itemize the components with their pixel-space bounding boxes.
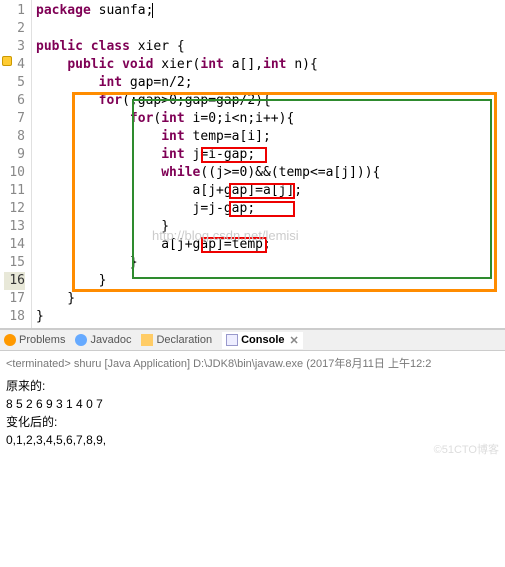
console-output: 变化后的: [6,413,499,431]
code-line[interactable]: } [36,254,501,272]
console-output: 8 5 2 6 9 3 1 4 0 7 [6,395,499,413]
line-num: 2 [4,20,25,38]
problems-icon [4,334,16,346]
code-line[interactable]: for(int i=0;i<n;i++){ [36,110,501,128]
code-line[interactable]: } [36,308,501,326]
line-num: 12 [4,200,25,218]
line-num: 14 [4,236,25,254]
console-output: 原来的: [6,377,499,395]
line-num: 18 [4,308,25,326]
line-num: 7 [4,110,25,128]
code-line[interactable]: int j=i-gap; [36,146,501,164]
code-line[interactable]: int gap=n/2; [36,74,501,92]
console-header: <terminated> shuru [Java Application] D:… [6,355,499,373]
tab-javadoc[interactable]: Javadoc [75,334,131,346]
blog-watermark: ©51CTO博客 [434,441,499,457]
console-output: 0,1,2,3,4,5,6,7,8,9, [6,431,499,449]
code-area[interactable]: package suanfa; public class xier { publ… [32,0,505,328]
line-num: 8 [4,128,25,146]
line-num: 17 [4,290,25,308]
close-icon[interactable]: ✕ [290,334,299,347]
line-num: 15 [4,254,25,272]
line-num: 16 [4,272,25,290]
code-line[interactable]: } [36,290,501,308]
code-line[interactable]: for(;gap>0;gap=gap/2){ [36,92,501,110]
code-line[interactable]: } [36,218,501,236]
line-num: 11 [4,182,25,200]
declaration-icon [141,334,153,346]
code-line[interactable]: a[j+gap]=temp; [36,236,501,254]
code-editor[interactable]: 1 2 3 4 5 6 7 8 9 10 11 12 13 14 15 16 1… [0,0,505,329]
line-num: 6 [4,92,25,110]
code-line[interactable]: a[j+gap]=a[j]; [36,182,501,200]
console-icon [226,334,238,346]
line-gutter: 1 2 3 4 5 6 7 8 9 10 11 12 13 14 15 16 1… [0,0,32,328]
line-num: 9 [4,146,25,164]
tab-declaration[interactable]: Declaration [141,334,212,346]
code-line[interactable]: int temp=a[i]; [36,128,501,146]
line-num: 13 [4,218,25,236]
code-line[interactable]: package suanfa; [36,2,501,20]
tab-console[interactable]: Console✕ [222,332,303,349]
javadoc-icon [75,334,87,346]
code-line[interactable]: public class xier { [36,38,501,56]
tab-problems[interactable]: Problems [4,334,65,346]
code-line[interactable]: j=j-gap; [36,200,501,218]
line-num: 5 [4,74,25,92]
code-line[interactable]: while((j>=0)&&(temp<=a[j])){ [36,164,501,182]
code-line[interactable] [36,20,501,38]
line-num: 3 [4,38,25,56]
code-line[interactable]: public void xier(int a[],int n){ [36,56,501,74]
bottom-tabs: Problems Javadoc Declaration Console✕ [0,329,505,351]
line-num: 1 [4,2,25,20]
code-line[interactable]: } [36,272,501,290]
line-num: 10 [4,164,25,182]
warning-marker-icon [2,56,12,66]
console-panel: <terminated> shuru [Java Application] D:… [0,351,505,453]
